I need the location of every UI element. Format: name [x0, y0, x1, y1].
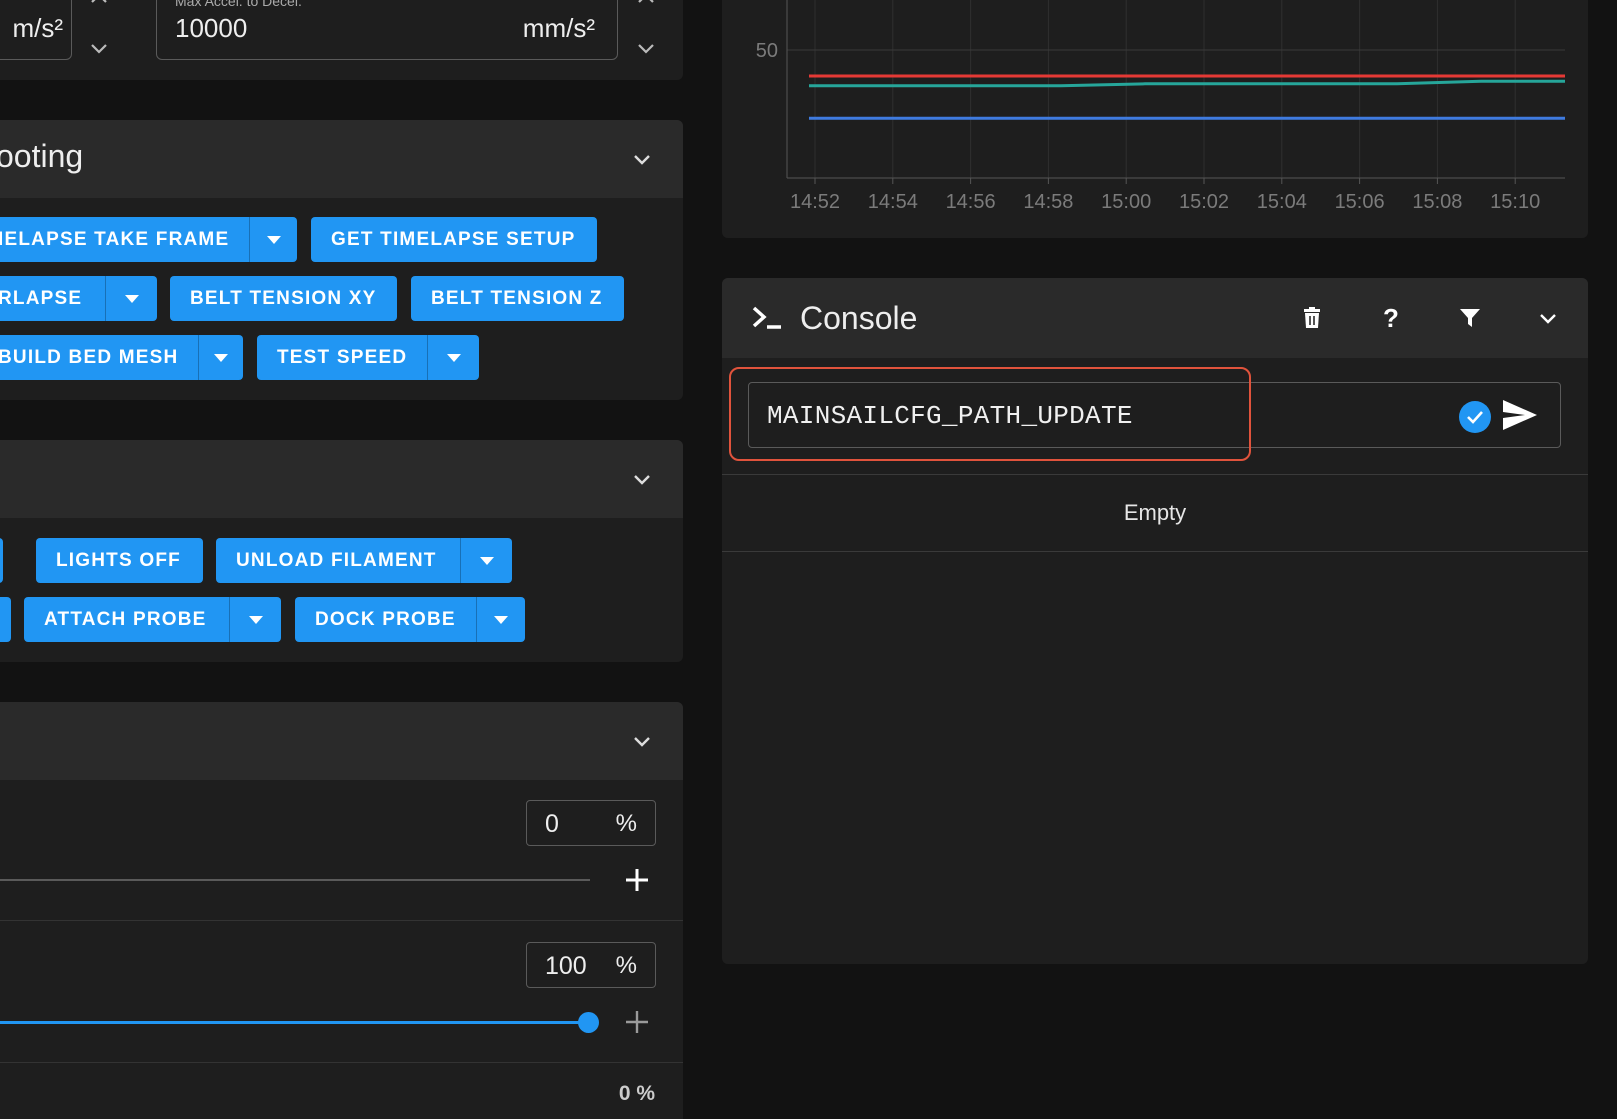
panel-header[interactable]: ooting [0, 120, 683, 198]
field-value: 10000 [175, 13, 248, 43]
max-accel-to-decel-field[interactable]: Max Accel. to Decel. 10000 mm/s² [156, 0, 618, 60]
macro-button-lights-off[interactable]: LIGHTS OFF [36, 538, 203, 583]
delete-icon[interactable] [1292, 298, 1332, 338]
dropdown-arrow-icon[interactable] [460, 538, 512, 583]
panel-header[interactable] [0, 440, 683, 518]
dropdown-arrow-icon[interactable] [229, 597, 281, 642]
panel-title: ooting [0, 138, 84, 174]
x-tick-label: 14:56 [946, 191, 996, 213]
chevron-down-icon[interactable] [628, 465, 656, 493]
macro-button-belt-tension-z[interactable]: BELT TENSION Z [411, 276, 624, 321]
slider2-thumb[interactable] [578, 1012, 599, 1033]
chevron-down-icon[interactable] [85, 34, 113, 62]
x-tick-label: 15:06 [1335, 191, 1385, 213]
chevron-down-icon[interactable] [1528, 298, 1568, 338]
macros-panel-1: ooting IELAPSE TAKE FRAME GET TIMELAPSE … [0, 120, 683, 400]
macro-button-unload-filament[interactable]: UNLOAD FILAMENT [216, 538, 512, 583]
help-icon[interactable]: ? [1371, 298, 1411, 338]
button-label: UNLOAD FILAMENT [236, 549, 437, 571]
slider1-value-input[interactable]: 0 % [526, 800, 656, 846]
temperature-chart-panel: 14:52 14:54 14:56 14:58 15:00 15:02 15:04 15:06… [722, 0, 1588, 238]
accel-panel: m/s² Max Accel. to Decel. 10000 mm/s² [0, 0, 683, 80]
series-line-1 [809, 79, 1565, 88]
console-header: Console ? [722, 278, 1588, 358]
x-tick-label: 15:04 [1257, 191, 1307, 213]
send-icon[interactable] [1501, 398, 1539, 437]
dropdown-arrow-icon[interactable] [475, 597, 525, 642]
panel-header[interactable] [0, 702, 683, 780]
console-prompt-icon [750, 300, 784, 339]
button-label: TEST SPEED [277, 346, 408, 368]
x-tick-label: 15:02 [1179, 191, 1229, 213]
plus-icon[interactable] [617, 860, 657, 900]
button-label: IELAPSE TAKE FRAME [0, 228, 230, 250]
chevron-up-icon[interactable] [632, 0, 660, 18]
console-title: Console [800, 300, 918, 336]
divider [722, 551, 1588, 552]
chevron-down-icon[interactable] [628, 145, 656, 173]
field-label: Max Accel. to Decel. [175, 0, 302, 9]
button-label: GET TIMELAPSE SETUP [331, 228, 576, 250]
sliders-panel: 0 % 100 % 0 % [0, 702, 683, 1119]
filter-icon[interactable] [1450, 298, 1490, 338]
button-label: BUILD BED MESH [0, 346, 179, 368]
chevron-up-icon[interactable] [85, 0, 113, 18]
x-tick-label: 14:52 [790, 191, 840, 213]
macro-button-partial[interactable] [0, 597, 11, 642]
chevron-down-icon[interactable] [632, 34, 660, 62]
slider1-value: 0 [545, 810, 559, 838]
divider [722, 474, 1588, 475]
button-label: BELT TENSION XY [190, 287, 377, 309]
macro-button-timelapse-take-frame[interactable]: IELAPSE TAKE FRAME [0, 217, 297, 262]
x-tick-label: 15:10 [1490, 191, 1540, 213]
dropdown-arrow-icon[interactable] [427, 335, 479, 380]
accel-field-left[interactable]: m/s² [0, 0, 72, 60]
console-empty-text: Empty [1123, 500, 1187, 525]
accel-left-unit: m/s² [12, 13, 63, 43]
slider1-track[interactable] [0, 879, 590, 881]
button-label: DOCK PROBE [315, 608, 456, 630]
x-tick-label: 15:00 [1101, 191, 1151, 213]
button-label: LIGHTS OFF [56, 549, 181, 571]
x-tick-label: 14:58 [1023, 191, 1073, 213]
footer-value: 0 % [618, 1082, 655, 1105]
divider [0, 920, 683, 921]
macro-button-build-bed-mesh[interactable]: BUILD BED MESH [0, 335, 243, 380]
macro-button-dock-probe[interactable]: DOCK PROBE [295, 597, 525, 642]
check-circle-icon[interactable] [1459, 401, 1491, 438]
macro-button-belt-tension-xy[interactable]: BELT TENSION XY [170, 276, 397, 321]
macro-button-test-speed[interactable]: TEST SPEED [257, 335, 479, 380]
macro-button-attach-probe[interactable]: ATTACH PROBE [24, 597, 281, 642]
macro-button-get-timelapse-setup[interactable]: GET TIMELAPSE SETUP [311, 217, 597, 262]
macro-button-partial[interactable] [0, 538, 3, 583]
y-tick-label: 50 [756, 40, 778, 62]
x-tick-label: 14:54 [868, 191, 918, 213]
divider [0, 1062, 683, 1063]
slider2-value: 100 [545, 952, 587, 980]
button-label: BELT TENSION Z [431, 287, 603, 309]
slider1-unit: % [615, 810, 637, 837]
chevron-down-icon[interactable] [628, 727, 656, 755]
button-label: ATTACH PROBE [44, 608, 207, 630]
field-unit: mm/s² [522, 13, 595, 43]
plus-icon[interactable] [617, 1002, 657, 1042]
slider2-value-input[interactable]: 100 % [526, 942, 656, 988]
button-label: RLAPSE [0, 287, 83, 309]
highlight-box [729, 367, 1251, 461]
temperature-chart: 14:52 14:54 14:56 14:58 15:00 15:02 15:04 15:06… [756, 0, 1565, 213]
dropdown-arrow-icon[interactable] [105, 276, 157, 321]
slider2-track[interactable] [0, 1021, 590, 1024]
slider2-unit: % [615, 952, 637, 979]
x-tick-label: 15:08 [1412, 191, 1462, 213]
macro-button-timelapse[interactable]: RLAPSE [0, 276, 157, 321]
macros-panel-2: LIGHTS OFF UNLOAD FILAMENT ATTACH PROBE … [0, 440, 683, 662]
dropdown-arrow-icon[interactable] [249, 217, 297, 262]
dropdown-arrow-icon[interactable] [198, 335, 243, 380]
